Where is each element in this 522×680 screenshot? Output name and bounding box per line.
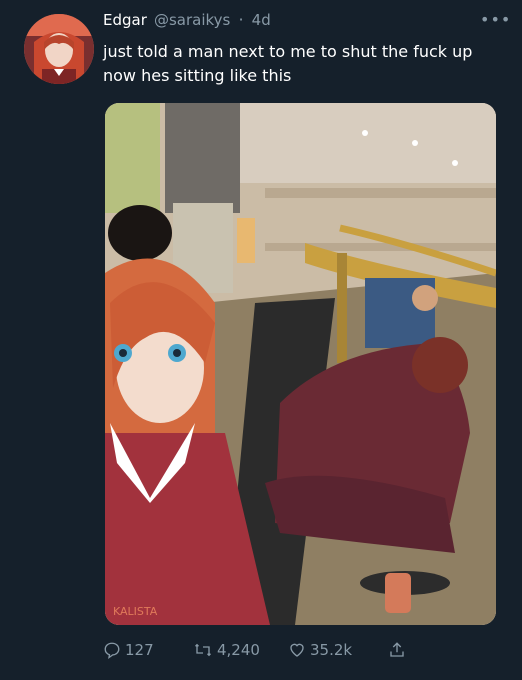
avatar-illustration	[24, 14, 94, 84]
like-icon	[288, 641, 306, 659]
media-illustration: KALISTA	[105, 103, 496, 625]
retweet-button[interactable]: 4,240	[193, 641, 288, 659]
tweet-text: just told a man next to me to shut the f…	[103, 42, 473, 85]
tweet-actions: 127 4,240 35.2k	[103, 636, 503, 664]
tweet-header: Edgar @saraikys · 4d	[103, 10, 503, 34]
display-name[interactable]: Edgar	[103, 11, 147, 29]
like-button[interactable]: 35.2k	[288, 641, 388, 659]
reply-count: 127	[125, 641, 154, 659]
like-count: 35.2k	[310, 641, 353, 659]
reply-icon	[103, 641, 121, 659]
retweet-icon	[193, 641, 213, 659]
separator-dot: ·	[238, 10, 244, 29]
tweet-timestamp[interactable]: 4d	[252, 11, 271, 29]
reply-button[interactable]: 127	[103, 641, 193, 659]
tweet-media[interactable]: KALISTA	[105, 103, 496, 625]
avatar[interactable]	[24, 14, 94, 84]
user-handle[interactable]: @saraikys	[154, 11, 230, 29]
share-icon	[388, 641, 406, 659]
tweet: Edgar @saraikys · 4d ••• just told a man…	[0, 0, 522, 680]
share-button[interactable]	[388, 641, 406, 659]
more-icon[interactable]: •••	[480, 10, 510, 29]
retweet-count: 4,240	[217, 641, 260, 659]
media-watermark: KALISTA	[113, 605, 158, 618]
